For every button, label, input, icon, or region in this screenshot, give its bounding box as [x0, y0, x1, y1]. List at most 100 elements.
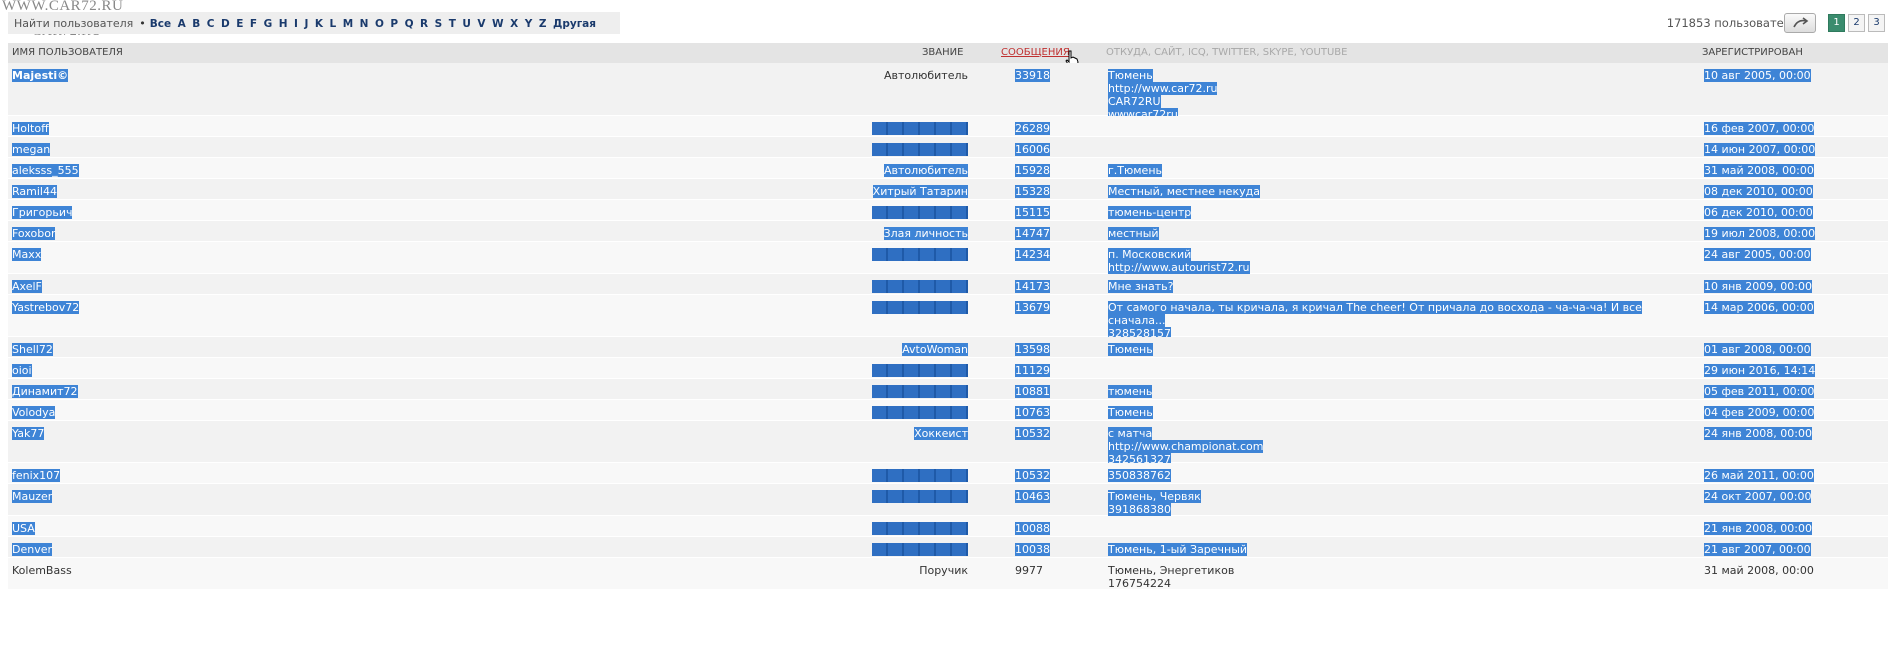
- alphabet-filter-bar: Найти пользователя • Все A B C D E F G H I J K L M N O P…: [8, 12, 620, 34]
- user-name-link[interactable]: KolemBass: [12, 564, 72, 577]
- location-line: с матча: [1108, 427, 1153, 440]
- user-registered-date: 14 мар 2006, 00:00: [1704, 301, 1814, 314]
- location-line[interactable]: http://www.championat.com: [1108, 440, 1264, 453]
- user-registered-date: 04 фев 2009, 00:00: [1704, 406, 1815, 419]
- table-row: oioi 11129 29 июн 2016, 14:14: [8, 358, 1888, 379]
- letter-link[interactable]: A: [178, 18, 186, 30]
- user-name-link[interactable]: Majesti©: [12, 69, 69, 82]
- rank-stars-icon: [872, 543, 968, 556]
- user-name-link[interactable]: megan: [12, 143, 51, 156]
- user-name-link[interactable]: USA: [12, 522, 35, 535]
- user-registered-date: 21 янв 2008, 00:00: [1704, 522, 1812, 535]
- location-line[interactable]: http://www.car72.ru: [1108, 82, 1218, 95]
- user-name-link[interactable]: Григорьич: [12, 206, 73, 219]
- rank-stars-icon: [872, 522, 968, 535]
- letter-link[interactable]: Z: [539, 18, 547, 30]
- column-location-header: ОТКУДА, САЙТ, ICQ, TWITTER, SKYPE, YOUTU…: [1106, 47, 1348, 58]
- table-row: Denver 10038 Тюмень, 1-ый Заречный 21 авг 2…: [8, 537, 1888, 558]
- user-name-link[interactable]: Shell72: [12, 343, 53, 356]
- user-post-count: 15328: [1015, 185, 1050, 198]
- table-row: Foxobor Злая личность 14747 местный 19 июл 2…: [8, 221, 1888, 242]
- letter-link[interactable]: M: [343, 18, 353, 30]
- user-rank: Автолюбитель: [883, 69, 968, 82]
- letter-link[interactable]: J: [304, 18, 308, 30]
- letter-link[interactable]: S: [435, 18, 443, 30]
- user-rank: Хитрый Татарин: [872, 185, 968, 198]
- letter-link[interactable]: Другая: [553, 18, 596, 30]
- table-row: Shell72 AvtoWoman 13598 Тюмень 01 авг 2008, …: [8, 337, 1888, 358]
- user-post-count: 10881: [1015, 385, 1050, 398]
- page-2-button[interactable]: 2: [1848, 14, 1865, 32]
- user-name-link[interactable]: Volodya: [12, 406, 56, 419]
- letter-link[interactable]: Все: [150, 18, 171, 30]
- letter-link[interactable]: N: [360, 18, 369, 30]
- letter-link[interactable]: F: [250, 18, 257, 30]
- location-line: 350838762: [1108, 469, 1171, 482]
- user-name-link[interactable]: fenix107: [12, 469, 61, 482]
- letter-link[interactable]: K: [315, 18, 323, 30]
- user-registered-date: 24 янв 2008, 00:00: [1704, 427, 1812, 440]
- letter-link[interactable]: D: [221, 18, 230, 30]
- user-name-link[interactable]: Maxx: [12, 248, 42, 261]
- letter-link[interactable]: V: [477, 18, 485, 30]
- column-rank-header[interactable]: ЗВАНИЕ: [922, 47, 963, 58]
- user-name-link[interactable]: Динамит72: [12, 385, 78, 398]
- letter-link[interactable]: U: [462, 18, 471, 30]
- user-name-link[interactable]: Yastrebov72: [12, 301, 80, 314]
- letter-link[interactable]: X: [510, 18, 518, 30]
- letter-link[interactable]: R: [420, 18, 428, 30]
- location-line[interactable]: http://www.autourist72.ru: [1108, 261, 1250, 274]
- user-name-link[interactable]: Ramil44: [12, 185, 57, 198]
- letter-link[interactable]: O: [375, 18, 384, 30]
- letter-link[interactable]: Y: [525, 18, 533, 30]
- column-name-header[interactable]: ИМЯ ПОЛЬЗОВАТЕЛЯ: [12, 47, 123, 58]
- location-line: п. Московский: [1108, 248, 1192, 261]
- page-3-button[interactable]: 3: [1868, 14, 1885, 32]
- letter-link[interactable]: H: [279, 18, 288, 30]
- letter-link[interactable]: C: [207, 18, 215, 30]
- refresh-button[interactable]: [1784, 13, 1816, 33]
- table-row: megan 16006 14 июн 2007, 00:00: [8, 137, 1888, 158]
- letter-link[interactable]: B: [192, 18, 200, 30]
- table-row: Majesti© Автолюбитель 33918 Тюмень http://ww…: [8, 63, 1888, 121]
- user-name-link[interactable]: Holtoff: [12, 122, 49, 135]
- column-registered-header[interactable]: ЗАРЕГИСТРИРОВАН: [1702, 47, 1803, 58]
- column-posts-header[interactable]: СООБЩЕНИЯ: [1001, 47, 1070, 58]
- table-row: Maxx 14234 п. Московский http://www.autouri…: [8, 242, 1888, 274]
- user-name-link[interactable]: Foxobor: [12, 227, 56, 240]
- letter-link[interactable]: T: [449, 18, 456, 30]
- letter-link[interactable]: P: [390, 18, 398, 30]
- user-registered-date: 24 авг 2005, 00:00: [1704, 248, 1811, 261]
- page-1-button[interactable]: 1: [1828, 14, 1845, 32]
- user-name-link[interactable]: Mauzer: [12, 490, 53, 503]
- user-location: тюмень-центр: [1108, 206, 1668, 219]
- letter-link[interactable]: G: [264, 18, 273, 30]
- location-line: тюмень: [1108, 385, 1153, 398]
- letter-link[interactable]: W: [492, 18, 504, 30]
- user-name-link[interactable]: AxelF: [12, 280, 42, 293]
- user-registered-date: 24 окт 2007, 00:00: [1704, 490, 1812, 503]
- user-location: От самого начала, ты кричала, я кричал T…: [1108, 301, 1668, 340]
- user-table: Majesti© Автолюбитель 33918 Тюмень http://ww…: [8, 63, 1888, 590]
- user-name-link[interactable]: oioi: [12, 364, 32, 377]
- user-registered-date: 10 авг 2005, 00:00: [1704, 69, 1811, 82]
- user-post-count: 9977: [1015, 564, 1043, 577]
- letter-link[interactable]: I: [294, 18, 298, 30]
- user-name-link[interactable]: Yak77: [12, 427, 45, 440]
- table-row: USA 10088 21 янв 2008, 00:00: [8, 516, 1888, 537]
- user-name-link[interactable]: aleksss_555: [12, 164, 79, 177]
- user-location: Мне знать?: [1108, 280, 1668, 293]
- user-location: тюмень: [1108, 385, 1668, 398]
- user-location: Тюмень, 1-ый Заречный: [1108, 543, 1668, 556]
- letter-link[interactable]: L: [330, 18, 337, 30]
- user-name-link[interactable]: Denver: [12, 543, 53, 556]
- location-line: 391868380: [1108, 503, 1171, 516]
- user-registered-date: 31 май 2008, 00:00: [1704, 564, 1814, 577]
- user-registered-date: 19 июл 2008, 00:00: [1704, 227, 1816, 240]
- table-row: Yak77 Хоккеист 10532 с матча http://www.cham…: [8, 421, 1888, 466]
- letter-link[interactable]: Q: [405, 18, 414, 30]
- rank-stars-icon: [872, 364, 968, 377]
- letter-link[interactable]: E: [236, 18, 243, 30]
- user-post-count: 15115: [1015, 206, 1050, 219]
- table-header: ИМЯ ПОЛЬЗОВАТЕЛЯ ЗВАНИЕ СООБЩЕНИЯ ОТКУДА…: [8, 43, 1888, 63]
